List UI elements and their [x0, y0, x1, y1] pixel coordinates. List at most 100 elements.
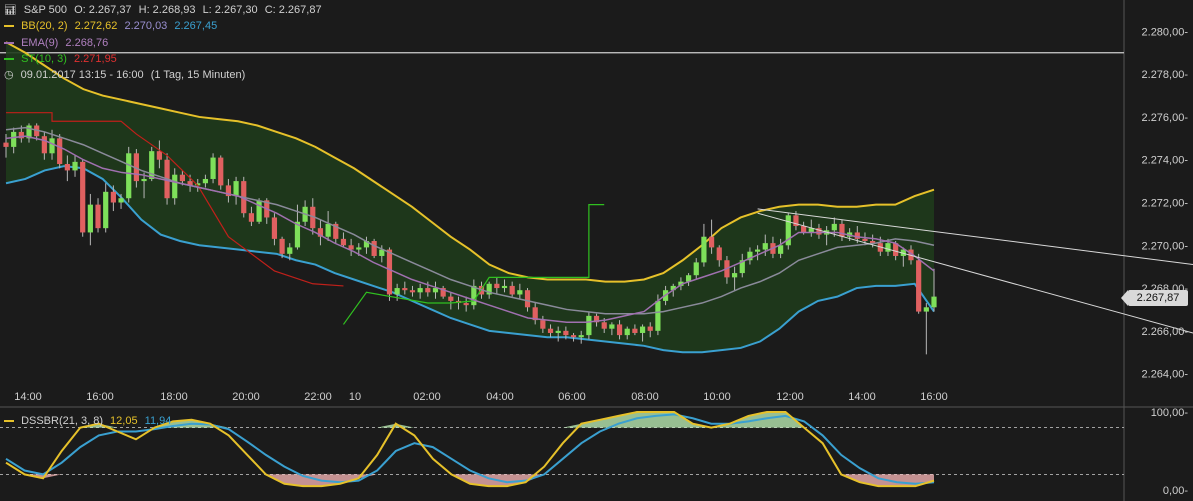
candle-down [563, 330, 569, 336]
candle-down [110, 191, 116, 203]
candle-down [271, 217, 278, 239]
candle-down [916, 260, 922, 312]
time-tick-label: 08:00 [631, 391, 659, 403]
candle-down [570, 335, 577, 338]
candle-up [831, 223, 837, 231]
candle-up [624, 328, 630, 336]
candle-down [540, 320, 546, 329]
candle-down [632, 328, 638, 333]
candle-up [639, 326, 646, 333]
candle-down [647, 326, 653, 331]
candle-up [586, 315, 592, 336]
candle-up [233, 181, 239, 197]
candle-up [778, 245, 784, 254]
time-tick-label: 14:00 [14, 391, 42, 403]
price-tick-label: 2.280,00- [1142, 26, 1189, 38]
bb-lower-value: 2.267,45 [174, 20, 218, 32]
ema-swatch [4, 42, 14, 45]
close-value: C: 2.267,87 [264, 4, 322, 16]
candle-down [494, 283, 500, 289]
candle-down [386, 249, 393, 295]
candle-up [501, 285, 508, 289]
candle-up [701, 236, 707, 263]
osc-tick-label: 100,00- [1151, 407, 1189, 419]
candle-up [762, 243, 768, 250]
time-tick-label: 16:00 [86, 391, 114, 403]
bb-swatch [4, 25, 14, 28]
ohlc-header: 📊︎ S&P 500 O: 2.267,37 H: 2.268,93 L: 2.… [4, 4, 326, 16]
period-interval: (1 Tag, 15 Minuten) [150, 69, 246, 81]
candle-down [371, 241, 377, 256]
candle-up [356, 247, 362, 250]
candle-up [693, 262, 699, 276]
time-axis: 14:00 16:00 18:00 20:00 22:00 10 02:00 04:00 06:… [14, 391, 948, 403]
band-fill [6, 42, 934, 353]
ema-label: EMA(9) [21, 37, 59, 49]
candle-up [287, 247, 293, 254]
low-value: L: 2.267,30 [202, 4, 258, 16]
candle-down [448, 296, 454, 301]
candle-down [716, 247, 722, 261]
candle-down [708, 236, 715, 248]
candle-up [517, 290, 523, 295]
candle-up [931, 296, 937, 308]
candle-up [256, 200, 262, 222]
oscillator-legend[interactable]: DSSBR(21, 3, 8) 12,05 11,94 [4, 415, 175, 427]
candle-up [49, 138, 55, 154]
candle-up [325, 223, 331, 237]
candle-up [11, 131, 17, 147]
candle-down [409, 290, 416, 293]
time-tick-label: 22:00 [304, 391, 332, 403]
high-value: H: 2.268,93 [138, 4, 196, 16]
osc-tick-label: 0,00- [1163, 485, 1188, 497]
price-tick-label: 2.276,00- [1142, 112, 1189, 124]
open-value: O: 2.267,37 [74, 4, 132, 16]
time-tick-label: 18:00 [160, 391, 188, 403]
osc-swatch [4, 420, 14, 423]
st-swatch [4, 58, 14, 61]
candle-down [340, 238, 347, 246]
bb-legend[interactable]: BB(20, 2) 2.272,62 2.270,03 2.267,45 [4, 20, 221, 32]
osc-value-1: 12,05 [110, 415, 138, 427]
period-range: 09.01.2017 13:15 - 16:00 [20, 69, 144, 81]
candle-up [655, 300, 661, 331]
candle-up [172, 174, 178, 199]
candle-down [425, 288, 431, 293]
candle-up [87, 204, 93, 233]
osc-label: DSSBR(21, 3, 8) [21, 415, 103, 427]
candle-up [432, 288, 439, 293]
st-legend[interactable]: ST(10, 3) 2.271,95 [4, 53, 121, 65]
time-tick-label: 06:00 [558, 391, 586, 403]
candle-up [755, 249, 761, 252]
candle-down [509, 285, 515, 295]
period-info: ◷ 09.01.2017 13:15 - 16:00 (1 Tag, 15 Mi… [4, 68, 249, 81]
time-tick-label: 20:00 [232, 391, 260, 403]
candle-down [801, 226, 807, 233]
candle-down [41, 136, 47, 154]
time-tick-label: 10 [349, 391, 361, 403]
candle-up [202, 178, 209, 184]
candle-up [417, 288, 423, 293]
bb-upper-value: 2.272,62 [74, 20, 118, 32]
candle-down [80, 161, 86, 233]
bollinger-bands [5, 41, 935, 354]
candle-down [616, 324, 623, 336]
candle-down [463, 303, 469, 306]
candle-down [95, 204, 101, 229]
candle-up [578, 335, 584, 338]
ema-value: 2.268,76 [65, 37, 109, 49]
st-label: ST(10, 3) [21, 53, 67, 65]
time-tick-label: 16:00 [920, 391, 948, 403]
candle-down [547, 328, 554, 333]
candle-down [524, 290, 531, 308]
ema-legend[interactable]: EMA(9) 2.268,76 [4, 37, 112, 49]
candle-down [402, 288, 408, 291]
price-tick-label: 2.270,00- [1142, 240, 1189, 252]
bb-label: BB(20, 2) [21, 20, 68, 32]
candle-up [210, 157, 216, 179]
candle-down [854, 232, 860, 239]
time-tick-label: 12:00 [776, 391, 804, 403]
time-tick-label: 02:00 [413, 391, 441, 403]
price-axis: 2.280,00- 2.278,00- 2.276,00- 2.274,00- 2.27… [1142, 26, 1189, 380]
candle-down [3, 142, 9, 147]
